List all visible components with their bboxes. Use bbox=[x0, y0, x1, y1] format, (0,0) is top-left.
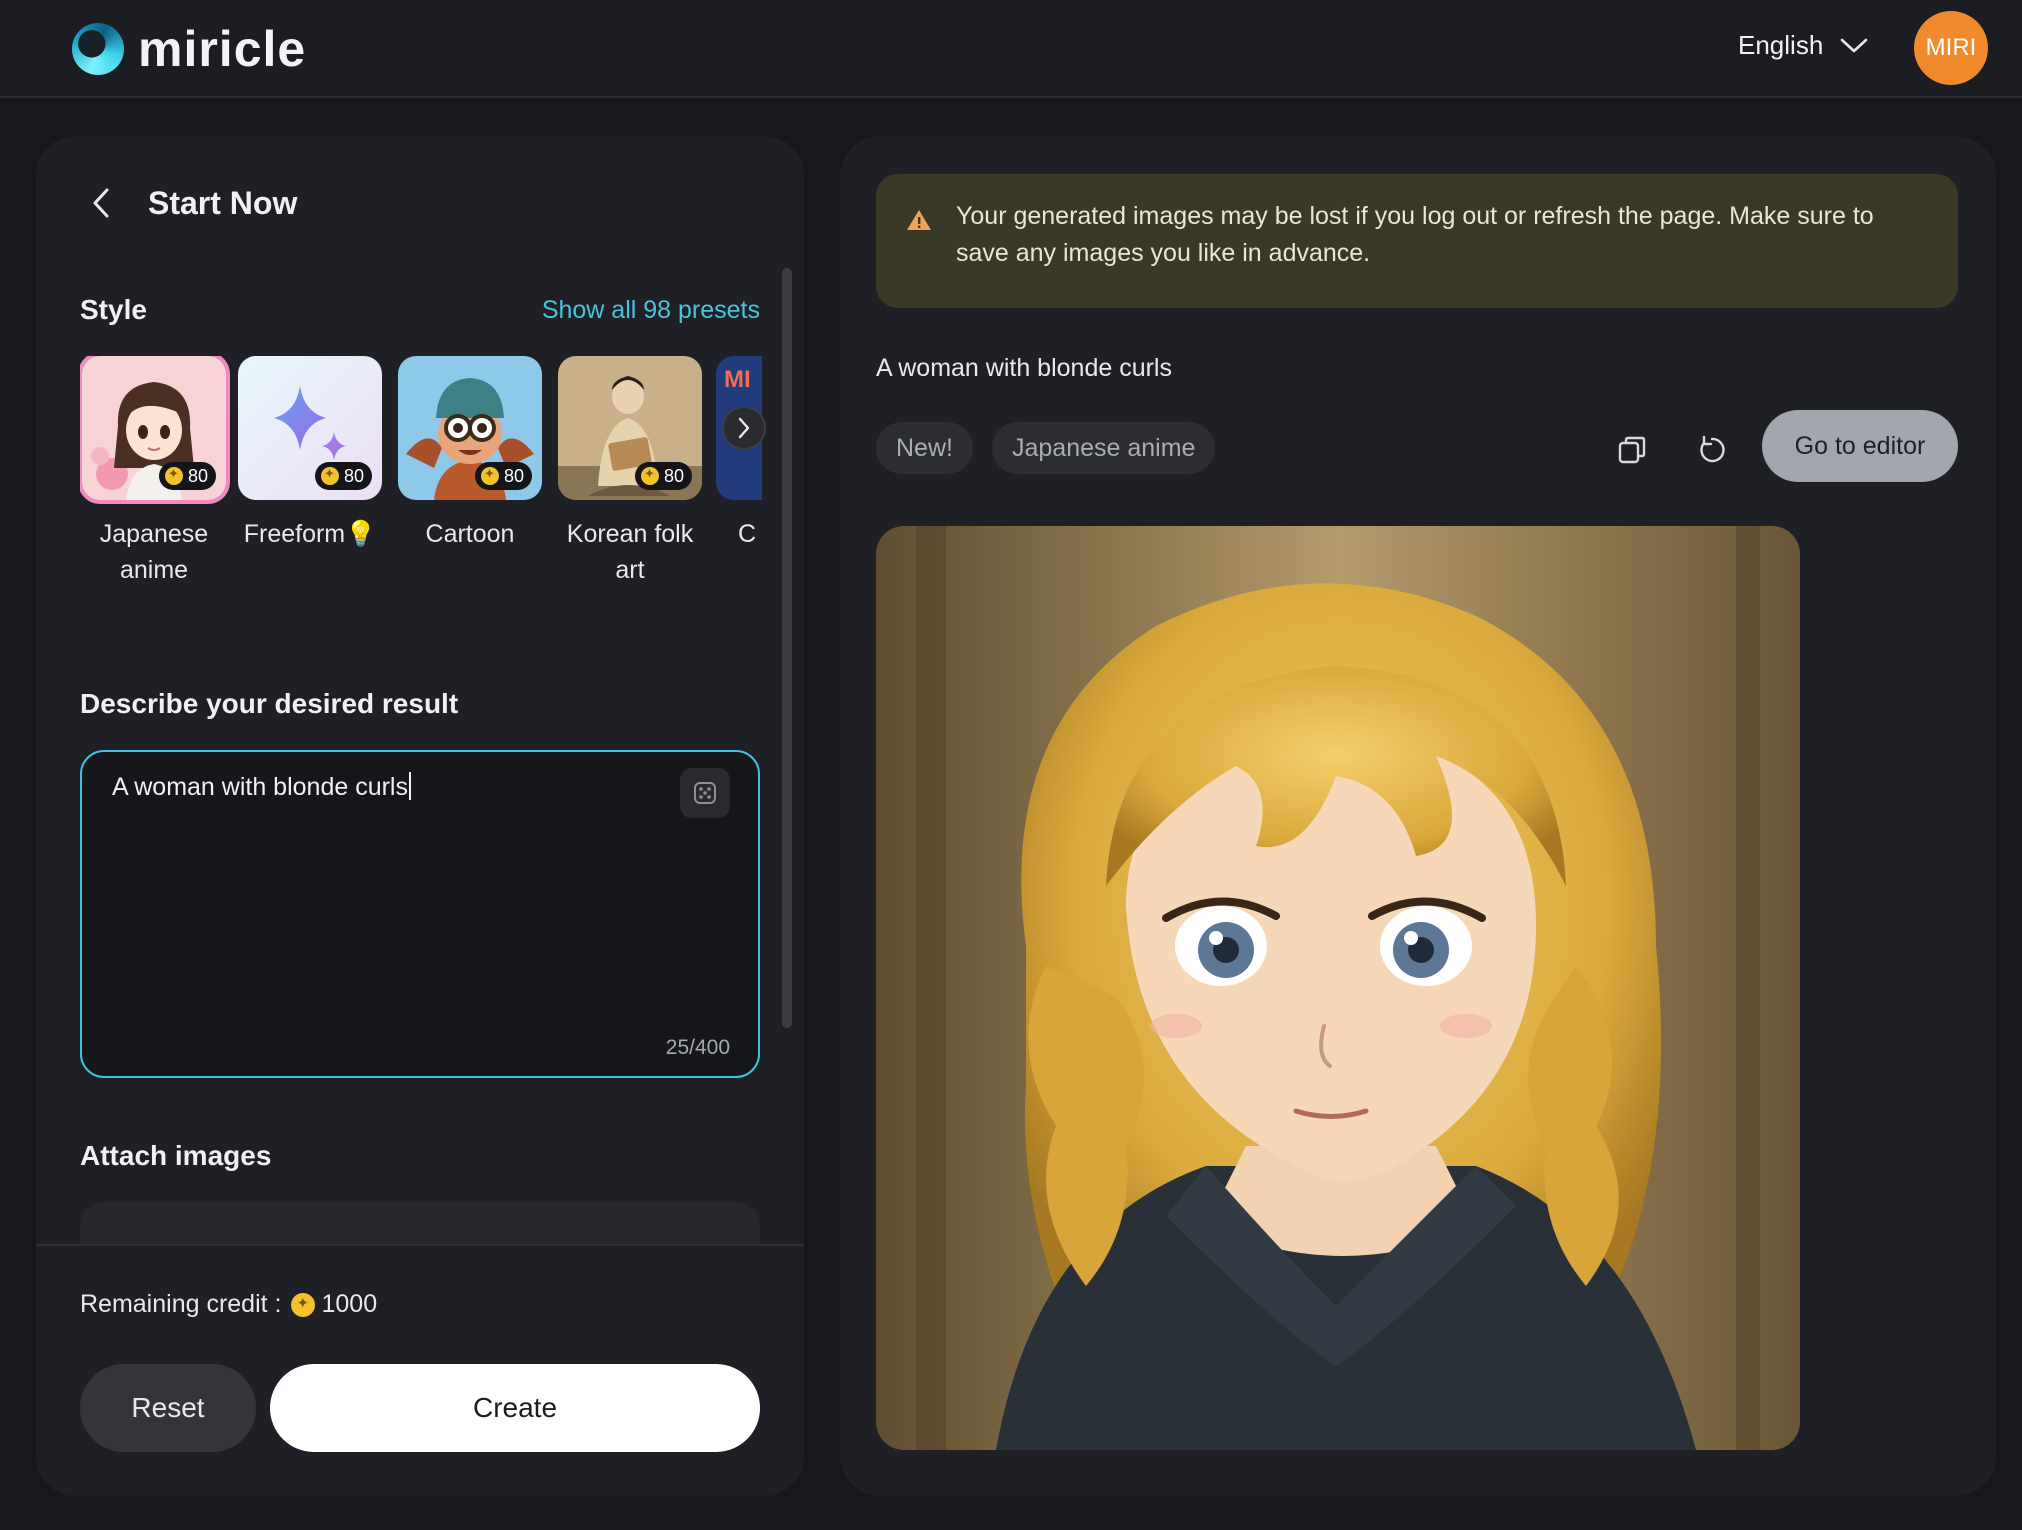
char-counter: 25/400 bbox=[665, 1036, 730, 1059]
preset-japanese-anime[interactable]: 80 Japanese anime bbox=[80, 356, 228, 588]
logo-mark-icon bbox=[72, 23, 124, 75]
copy-button[interactable] bbox=[1608, 426, 1656, 474]
preset-cost: 80 bbox=[343, 465, 364, 486]
presets-next-button[interactable] bbox=[722, 406, 766, 450]
back-row: Start Now bbox=[82, 184, 297, 222]
top-bar: miricle English MIRI bbox=[0, 0, 2022, 98]
left-footer: Remaining credit : 1000 Reset Create bbox=[36, 1244, 804, 1496]
warning-notice: Your generated images may be lost if you… bbox=[876, 174, 1958, 308]
preset-label: Cartoon bbox=[425, 520, 515, 548]
create-button[interactable]: Create bbox=[270, 1364, 760, 1452]
preset-thumbnail: 80 bbox=[398, 356, 542, 500]
result-prompt: A woman with blonde curls bbox=[876, 354, 1172, 382]
preset-cost: 80 bbox=[187, 465, 208, 486]
preset-label: C bbox=[738, 520, 757, 548]
coin-icon bbox=[291, 1292, 316, 1317]
attach-section-title: Attach images bbox=[80, 1140, 272, 1171]
prompt-value-row: A woman with blonde curls bbox=[112, 772, 411, 802]
cost-badge: 80 bbox=[474, 462, 532, 490]
dice-icon bbox=[694, 782, 716, 804]
preset-thumbnail: 80 bbox=[558, 356, 702, 500]
coin-icon bbox=[164, 466, 183, 485]
preset-label: Freeform💡 bbox=[236, 516, 384, 552]
left-panel: Start Now Style Show all 98 presets 80 J… bbox=[36, 136, 804, 1496]
language-label: English bbox=[1738, 30, 1824, 60]
random-prompt-button[interactable] bbox=[680, 768, 730, 818]
preset-thumb-text: MI bbox=[724, 366, 751, 393]
logo-text: miricle bbox=[138, 21, 307, 77]
tag-new: New! bbox=[876, 422, 973, 474]
preset-cost: 80 bbox=[503, 465, 524, 486]
language-selector[interactable]: English bbox=[1738, 30, 1869, 61]
scrollbar[interactable] bbox=[782, 268, 792, 1028]
preset-label-text: Freeform bbox=[243, 520, 346, 548]
coin-icon bbox=[640, 466, 659, 485]
tag-style: Japanese anime bbox=[992, 422, 1216, 474]
right-panel: Your generated images may be lost if you… bbox=[840, 136, 1996, 1496]
describe-section-title: Describe your desired result bbox=[80, 688, 459, 719]
chevron-down-icon bbox=[1840, 38, 1868, 52]
page-title: Start Now bbox=[148, 184, 298, 221]
copy-icon bbox=[1618, 436, 1646, 464]
style-section-title: Style bbox=[80, 294, 147, 325]
go-to-editor-button[interactable]: Go to editor bbox=[1762, 410, 1958, 482]
text-caret bbox=[408, 772, 411, 800]
preset-label: Japanese anime bbox=[99, 520, 209, 584]
preset-freeform[interactable]: 80 Freeform💡 bbox=[236, 356, 384, 552]
preset-label: Korean folk art bbox=[566, 520, 694, 584]
preset-thumbnail: 80 bbox=[238, 356, 382, 500]
lightbulb-icon: 💡 bbox=[345, 520, 377, 548]
refresh-icon bbox=[1700, 435, 1725, 463]
prompt-textarea[interactable]: A woman with blonde curls 25/400 bbox=[80, 750, 760, 1078]
back-button[interactable] bbox=[82, 184, 120, 222]
preset-korean-folk-art[interactable]: 80 Korean folk art bbox=[556, 356, 704, 588]
regenerate-button[interactable] bbox=[1688, 426, 1736, 474]
reset-button[interactable]: Reset bbox=[80, 1364, 256, 1452]
preset-partial[interactable]: MI C bbox=[716, 356, 762, 552]
generated-image[interactable] bbox=[876, 526, 1800, 1450]
remaining-credit-value: 1000 bbox=[321, 1290, 378, 1318]
logo[interactable]: miricle bbox=[72, 20, 306, 78]
style-presets: 80 Japanese anime 80 Freeform💡 bbox=[80, 356, 762, 606]
avatar[interactable]: MIRI bbox=[1914, 11, 1988, 85]
anime-portrait-image bbox=[876, 526, 1800, 1450]
preset-cartoon[interactable]: 80 Cartoon bbox=[396, 356, 544, 552]
preset-cost: 80 bbox=[663, 465, 684, 486]
preset-thumbnail: 80 bbox=[82, 356, 226, 500]
cost-badge: 80 bbox=[634, 462, 692, 490]
show-all-presets-link[interactable]: Show all 98 presets bbox=[542, 296, 760, 325]
chevron-right-icon bbox=[738, 417, 750, 439]
coin-icon bbox=[320, 466, 339, 485]
notice-text: Your generated images may be lost if you… bbox=[956, 202, 1874, 267]
cost-badge: 80 bbox=[314, 462, 372, 490]
prompt-value: A woman with blonde curls bbox=[112, 773, 408, 801]
warning-icon bbox=[907, 210, 931, 230]
chevron-left-icon bbox=[93, 188, 109, 218]
cost-badge: 80 bbox=[158, 462, 216, 490]
remaining-credit-label: Remaining credit : bbox=[80, 1290, 282, 1318]
remaining-credit: Remaining credit : 1000 bbox=[80, 1290, 377, 1319]
coin-icon bbox=[480, 466, 499, 485]
